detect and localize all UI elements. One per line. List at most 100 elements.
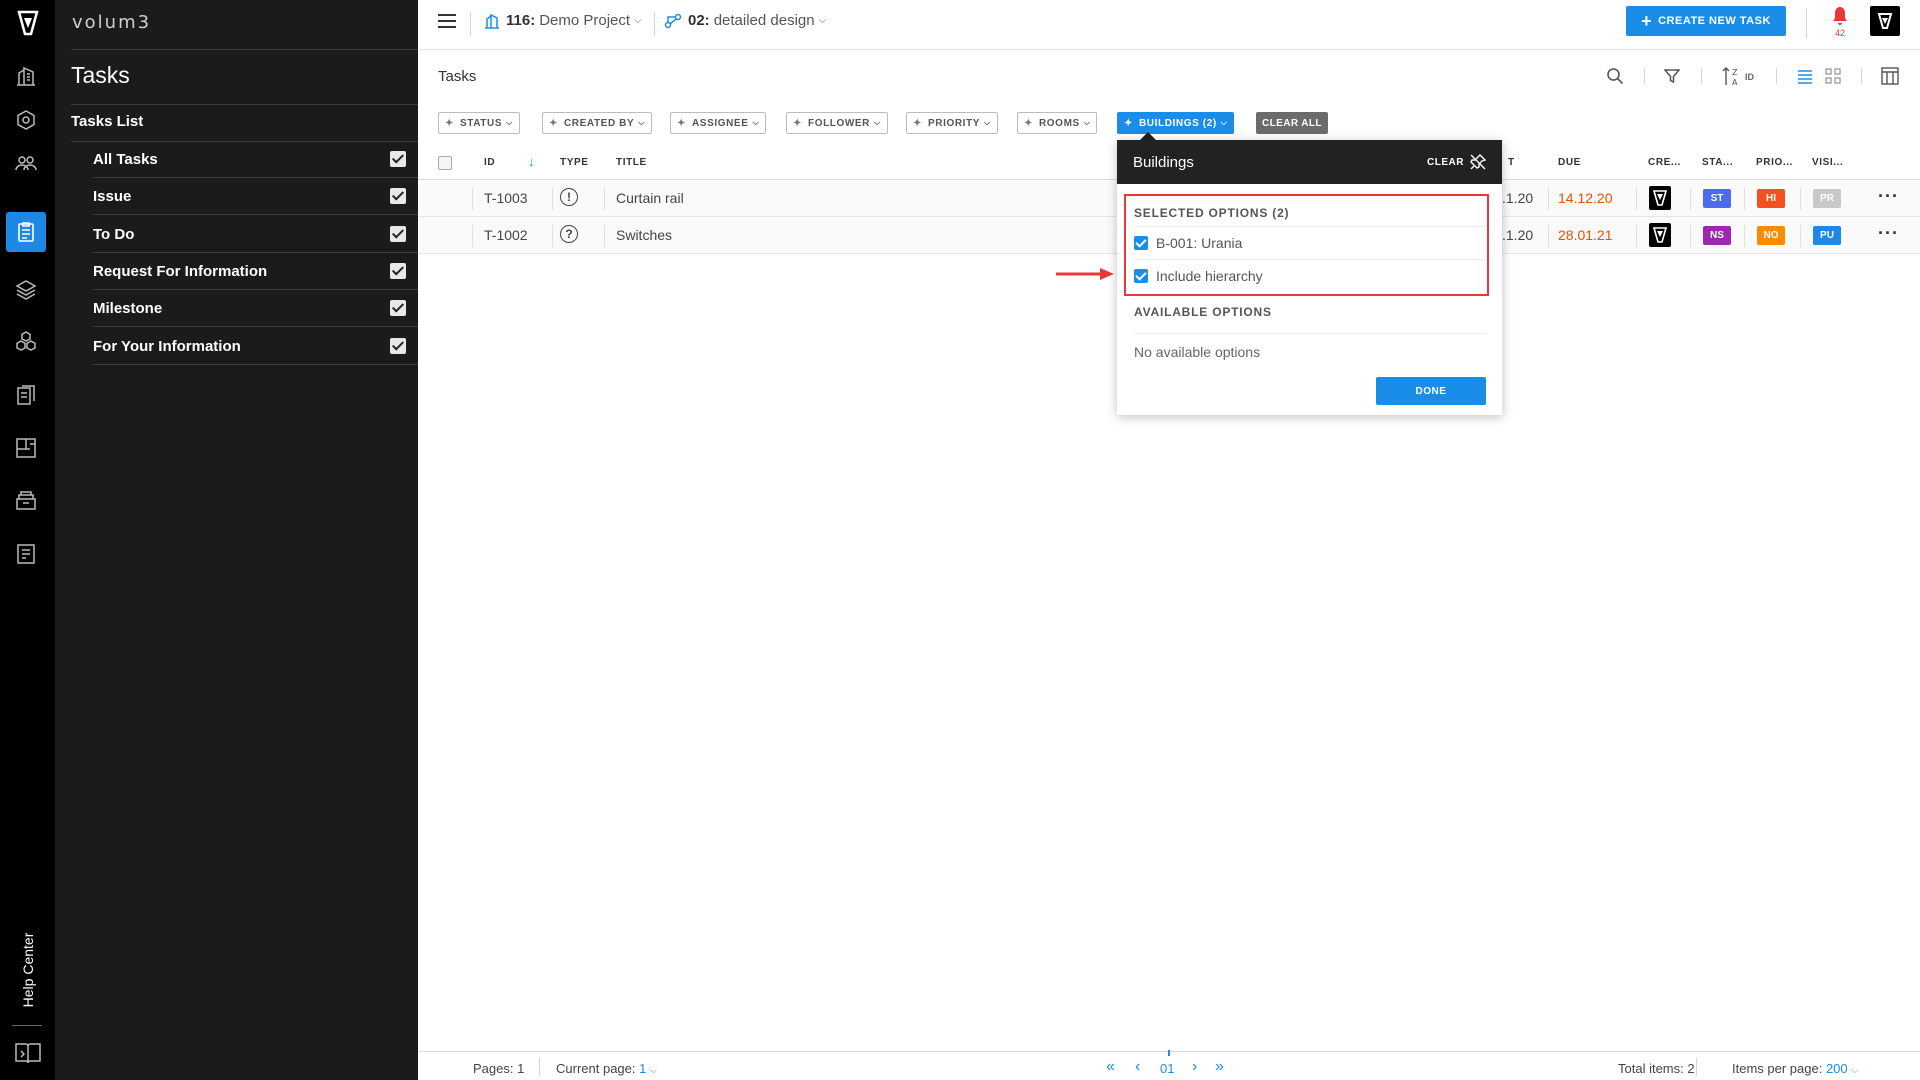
sidebar-item-rfi[interactable]: Request For Information (93, 253, 418, 290)
filter-chip-priority[interactable]: ✦ PRIORITY ⌵ (906, 112, 998, 134)
current-page-value: 1 (639, 1061, 647, 1076)
grid-view-icon[interactable] (1821, 64, 1845, 88)
current-page-selector[interactable]: Current page: 1 ⌵ (556, 1061, 657, 1076)
logo-icon (1652, 227, 1668, 243)
settings-cube-icon[interactable] (6, 100, 46, 140)
items-per-page-selector[interactable]: Items per page: 200 ⌵ (1732, 1061, 1858, 1076)
filter-icon[interactable] (1660, 64, 1684, 88)
buildings-icon[interactable] (6, 56, 46, 96)
filter-chip-follower[interactable]: ✦ FOLLOWER ⌵ (786, 112, 888, 134)
current-page-marker (1168, 1050, 1170, 1056)
checkbox-checked[interactable] (390, 263, 406, 279)
chevron-down-icon: ⌵ (1220, 118, 1228, 127)
dropdown-clear-label: CLEAR (1427, 156, 1464, 168)
avatar[interactable] (1870, 6, 1900, 36)
done-button[interactable]: DONE (1376, 377, 1486, 405)
report-icon[interactable] (6, 534, 46, 574)
help-book-icon[interactable] (13, 1040, 43, 1066)
sidebar-item-label: All Tasks (93, 150, 158, 168)
task-due-date: 28.01.21 (1558, 227, 1613, 243)
first-page-icon[interactable]: « (1106, 1058, 1115, 1076)
column-separator (1744, 188, 1745, 210)
sidebar-title: Tasks (71, 62, 130, 88)
option-include-hierarchy[interactable]: Include hierarchy (1134, 259, 1485, 291)
logo-icon[interactable] (13, 8, 43, 38)
column-header-title[interactable]: TITLE (616, 157, 647, 168)
task-title[interactable]: Switches (616, 227, 672, 243)
phase-selector[interactable]: 02: detailed design ⌵ (664, 12, 826, 29)
checkbox-checked[interactable] (390, 188, 406, 204)
layers-icon[interactable] (6, 270, 46, 310)
top-bar: 116: Demo Project ⌵ 02: detailed design … (418, 0, 1920, 50)
select-all-checkbox[interactable] (438, 156, 452, 170)
documents-icon[interactable] (6, 375, 46, 415)
plus-icon: + (1641, 10, 1653, 31)
notifications-button[interactable]: 42 (1828, 6, 1852, 38)
sort-arrow-down-icon[interactable]: ↓ (528, 154, 535, 169)
chevron-down-icon: ⌵ (638, 118, 645, 127)
sidebar-item-milestone[interactable]: Milestone (93, 290, 418, 327)
create-new-task-label: CREATE NEW TASK (1658, 15, 1771, 27)
list-view-icon[interactable] (1793, 64, 1817, 88)
floorplan-icon[interactable] (6, 428, 46, 468)
pages-count: Pages: 1 (473, 1061, 524, 1076)
phase-name: detailed design (713, 12, 815, 29)
task-title[interactable]: Curtain rail (616, 190, 684, 206)
pin-icon: ✦ (1124, 117, 1133, 129)
column-header-id[interactable]: ID (484, 157, 495, 168)
columns-icon[interactable] (1878, 64, 1902, 88)
clear-all-button[interactable]: CLEAR ALL (1256, 112, 1328, 134)
sidebar-item-all-tasks[interactable]: All Tasks (93, 141, 418, 178)
project-selector[interactable]: 116: Demo Project ⌵ (484, 12, 642, 29)
next-page-icon[interactable]: › (1192, 1058, 1197, 1076)
create-new-task-button[interactable]: + CREATE NEW TASK (1626, 6, 1786, 36)
checkbox-checked[interactable] (1134, 235, 1148, 250)
cubes-icon[interactable] (6, 322, 46, 362)
project-name: Demo Project (539, 12, 631, 29)
tasks-icon[interactable] (6, 212, 46, 252)
option-b-001-urania[interactable]: B-001: Urania (1134, 226, 1485, 258)
checkbox-checked[interactable] (390, 151, 406, 167)
sidebar-item-issue[interactable]: Issue (93, 178, 418, 215)
filter-chip-status[interactable]: ✦ STATUS ⌵ (438, 112, 520, 134)
checkbox-checked[interactable] (1134, 268, 1148, 283)
filter-chip-assignee[interactable]: ✦ ASSIGNEE ⌵ (670, 112, 767, 134)
column-separator (1548, 188, 1549, 210)
hamburger-menu-icon[interactable] (438, 14, 456, 30)
page-indicator: 01 (1160, 1061, 1175, 1076)
pin-icon: ✦ (677, 117, 686, 129)
phase-icon (664, 13, 682, 28)
project-id: 116: (506, 12, 536, 29)
column-header-type[interactable]: TYPE (560, 157, 589, 168)
column-header-status[interactable]: STA... (1702, 157, 1733, 168)
checkbox-checked[interactable] (390, 338, 406, 354)
filter-chip-created-by[interactable]: ✦ CREATED BY ⌵ (542, 112, 652, 134)
column-header-start[interactable]: T (1508, 157, 1515, 168)
dropdown-clear-button[interactable]: CLEAR (1427, 154, 1486, 170)
pagination-footer: Pages: 1 Current page: 1 ⌵ « ‹ 01 › » To… (418, 1050, 1920, 1080)
column-header-due[interactable]: DUE (1558, 157, 1581, 168)
filter-chip-rooms[interactable]: ✦ ROOMS ⌵ (1017, 112, 1098, 134)
archive-icon[interactable] (6, 481, 46, 521)
divider (1696, 1058, 1697, 1076)
filter-chip-buildings[interactable]: ✦ BUILDINGS (2) ⌵ (1117, 112, 1235, 134)
previous-page-icon[interactable]: ‹ (1135, 1058, 1140, 1076)
column-header-visibility[interactable]: VISI... (1812, 157, 1843, 168)
more-options-icon[interactable]: ··· (1878, 223, 1899, 244)
divider (71, 104, 418, 105)
help-center-link[interactable]: Help Center (8, 920, 48, 1020)
total-items-label: Total items: (1618, 1061, 1684, 1076)
column-header-priority[interactable]: PRIO... (1756, 157, 1793, 168)
sidebar-item-fyi[interactable]: For Your Information (93, 328, 418, 365)
checkbox-checked[interactable] (390, 226, 406, 242)
rail-divider (12, 1025, 42, 1026)
team-icon[interactable] (6, 143, 46, 183)
unpin-icon (1470, 154, 1486, 170)
last-page-icon[interactable]: » (1215, 1058, 1224, 1076)
sort-az-icon[interactable]: ZA (1720, 64, 1744, 88)
sidebar-item-to-do[interactable]: To Do (93, 216, 418, 253)
more-options-icon[interactable]: ··· (1878, 186, 1899, 207)
checkbox-checked[interactable] (390, 300, 406, 316)
column-header-creator[interactable]: CRE... (1648, 157, 1681, 168)
search-icon[interactable] (1603, 64, 1627, 88)
